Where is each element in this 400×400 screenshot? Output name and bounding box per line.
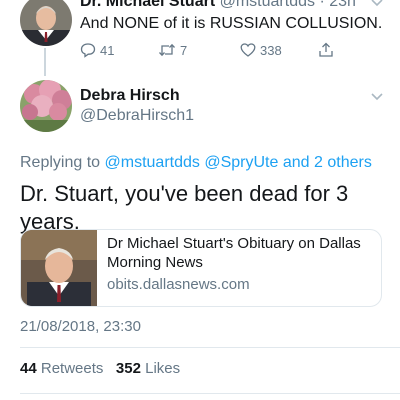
replying-prefix: Replying to: [20, 154, 101, 171]
tweet-timestamp[interactable]: 21/08/2018, 23:30: [20, 318, 141, 335]
heart-icon: [240, 43, 256, 57]
like-button[interactable]: 338: [240, 42, 282, 58]
divider: [20, 347, 400, 348]
retweet-button[interactable]: 7: [158, 42, 187, 58]
link-card-domain: obits.dallasnews.com: [107, 276, 250, 293]
reply-author-handle[interactable]: @DebraHirsch1: [80, 107, 194, 125]
parent-author-avatar[interactable]: [20, 0, 72, 46]
mention-link[interactable]: @mstuartdds: [105, 154, 200, 171]
parent-tweet-header: Dr. Michael Stuart @mstuartdds · 23h: [80, 0, 380, 12]
reply-author-name[interactable]: Debra Hirsch: [80, 87, 180, 105]
retweets-label: Retweets: [40, 360, 104, 377]
likes-count: 352: [115, 360, 141, 377]
retweets-count: 44: [20, 360, 37, 377]
like-count: 338: [260, 42, 282, 58]
chevron-down-icon[interactable]: [370, 90, 384, 104]
retweet-count: 7: [180, 42, 188, 58]
divider: [20, 393, 400, 394]
link-card-title: Dr Michael Stuart's Obituary on Dallas M…: [107, 235, 361, 271]
parent-author-handle[interactable]: @mstuartdds · 23h: [220, 0, 356, 10]
engagement-stats: 44 Retweets 352 Likes: [20, 360, 180, 377]
replying-and[interactable]: and: [283, 154, 310, 171]
reply-icon: [80, 43, 96, 58]
reply-button[interactable]: 41: [80, 42, 114, 58]
reply-author-avatar[interactable]: [20, 80, 72, 132]
parent-author-name[interactable]: Dr. Michael Stuart: [80, 0, 215, 10]
reply-tweet-text: Dr. Stuart, you've been dead for 3 years…: [20, 181, 349, 234]
retweets-stat[interactable]: 44 Retweets: [20, 360, 108, 377]
thread-connector-line: [44, 48, 46, 76]
likes-stat[interactable]: 352 Likes: [116, 360, 180, 377]
likes-label: Likes: [145, 360, 181, 377]
link-card-thumbnail: [21, 230, 97, 306]
reply-count: 41: [100, 42, 115, 58]
replying-to-line: Replying to @mstuartdds @SpryUte and 2 o…: [20, 153, 390, 173]
retweet-icon: [159, 43, 175, 57]
share-icon: [319, 42, 333, 57]
parent-tweet-text: And NONE of it is RUSSIAN COLLUSION.: [80, 15, 383, 32]
share-button[interactable]: [318, 42, 334, 58]
others-link[interactable]: 2 others: [314, 154, 372, 171]
link-card-info: Dr Michael Stuart's Obituary on Dallas M…: [97, 230, 367, 306]
mention-link[interactable]: @SpryUte: [204, 154, 278, 171]
chevron-down-icon[interactable]: [370, 0, 384, 10]
link-card[interactable]: Dr Michael Stuart's Obituary on Dallas M…: [20, 229, 382, 307]
